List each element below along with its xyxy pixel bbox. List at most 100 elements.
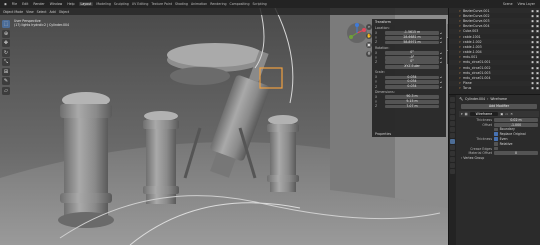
- tab-texture-paint[interactable]: Texture Paint: [151, 2, 172, 6]
- camera-icon[interactable]: ▣: [535, 81, 540, 85]
- rotation-mode-select[interactable]: XYZ Euler: [385, 64, 439, 69]
- cursor-tool-icon[interactable]: ⊕: [2, 29, 10, 38]
- transform-tool-icon[interactable]: ⊞: [2, 67, 10, 76]
- outliner-row[interactable]: ▿ cable.1.004 ◉ ▣: [449, 49, 540, 55]
- lock-icon[interactable]: 🔓︎: [439, 75, 443, 79]
- tool-tab-icon[interactable]: [450, 97, 455, 102]
- lock-icon[interactable]: 🔓︎: [439, 85, 443, 89]
- scale-tool-icon[interactable]: ⤡: [2, 58, 10, 66]
- outliner-row[interactable]: ▿ Torus ◉ ▣: [449, 86, 540, 91]
- physics-tab-icon[interactable]: [450, 151, 455, 156]
- add-modifier-button[interactable]: Add Modifier: [461, 104, 537, 109]
- tab-rendering[interactable]: Rendering: [210, 2, 226, 6]
- modifier-name-field[interactable]: Wireframe: [469, 111, 499, 117]
- menu-object[interactable]: Object: [59, 10, 69, 14]
- camera-icon[interactable]: ▣: [535, 55, 540, 59]
- tab-sculpting[interactable]: Sculpting: [114, 2, 129, 6]
- camera-icon[interactable]: ▣: [535, 35, 540, 39]
- close-icon[interactable]: ✕: [510, 112, 513, 116]
- scene-selector[interactable]: Scene: [502, 2, 514, 6]
- camera-icon[interactable]: ▣: [535, 14, 540, 18]
- outliner-row[interactable]: ▿ cable.1.002 ◉ ▣: [449, 39, 540, 45]
- lock-icon[interactable]: 🔓︎: [439, 51, 443, 55]
- particles-tab-icon[interactable]: [450, 145, 455, 150]
- move-tool-icon[interactable]: ✥: [2, 39, 10, 47]
- checkbox-box[interactable]: [494, 146, 498, 151]
- chevron-down-icon[interactable]: ▾: [461, 112, 463, 116]
- menu-file[interactable]: File: [11, 2, 18, 6]
- measure-tool-icon[interactable]: ▱: [2, 86, 10, 95]
- menu-view[interactable]: View: [26, 10, 34, 14]
- menu-edit[interactable]: Edit: [21, 2, 29, 6]
- blender-logo-icon[interactable]: ◉: [3, 2, 8, 6]
- camera-icon[interactable]: ▣: [535, 29, 540, 33]
- outliner-row[interactable]: ▿ mdu_circa01.001 ◉ ▣: [449, 59, 540, 66]
- outliner-row[interactable]: ▿ cable.1001 ◉ ▣: [449, 34, 540, 39]
- camera-icon[interactable]: ▣: [535, 71, 540, 75]
- checkbox-box[interactable]: [494, 132, 498, 136]
- navigation-gizmo[interactable]: [346, 22, 368, 44]
- outliner-row[interactable]: ▿ mdu_circa01.002 ◉ ▣: [449, 65, 540, 70]
- camera-icon[interactable]: ▣: [535, 66, 540, 70]
- annotate-tool-icon[interactable]: ✎: [2, 77, 10, 85]
- camera-icon[interactable]: ▣: [535, 76, 540, 80]
- camera-icon[interactable]: ▣: [535, 19, 540, 23]
- outliner-row[interactable]: ▿ BezierCurve.004 ◉ ▣: [449, 24, 540, 29]
- thickness-field[interactable]: 0.02 m: [494, 117, 538, 122]
- menu-select[interactable]: Select: [37, 10, 47, 14]
- camera-icon[interactable]: ▣: [535, 24, 540, 28]
- outliner-row[interactable]: ▿ cable.1.003 ◉ ▣: [449, 44, 540, 49]
- material-tab-icon[interactable]: [450, 169, 455, 174]
- render-tab-icon[interactable]: [450, 103, 455, 108]
- tab-compositing[interactable]: Compositing: [230, 2, 250, 6]
- lock-icon[interactable]: 🔓︎: [439, 60, 443, 64]
- outliner-row[interactable]: ▿ Plane ◉ ▣: [449, 80, 540, 86]
- mode-selector[interactable]: Object Mode: [3, 10, 23, 14]
- tab-shading[interactable]: Shading: [175, 2, 188, 6]
- tab-modeling[interactable]: Modeling: [96, 2, 111, 6]
- rotate-tool-icon[interactable]: ↻: [2, 48, 10, 57]
- checkbox-box[interactable]: [494, 137, 498, 141]
- scale-z-field[interactable]: 0.034: [385, 84, 439, 89]
- camera-icon[interactable]: ▣: [535, 45, 540, 49]
- tab-animation[interactable]: Animation: [191, 2, 207, 6]
- camera-icon[interactable]: ▣: [535, 50, 540, 54]
- tab-uv-editing[interactable]: UV Editing: [132, 2, 149, 6]
- material-offset-field[interactable]: 0: [494, 151, 538, 156]
- select-box-tool-icon[interactable]: ⬚: [2, 20, 10, 28]
- outliner-row[interactable]: ▿ mdu_circa01.003 ◉ ▣: [449, 70, 540, 76]
- vertex-group-subpanel[interactable]: › Vertex Group: [457, 156, 540, 161]
- camera-icon[interactable]: ▣: [535, 86, 540, 90]
- monitor-icon[interactable]: ▭: [505, 112, 508, 116]
- outliner-row[interactable]: ▿ mdu.001 ◉ ▣: [449, 55, 540, 60]
- lock-icon[interactable]: 🔓︎: [439, 56, 443, 60]
- tab-layout[interactable]: Layout: [78, 2, 94, 6]
- properties-panel-header[interactable]: Properties: [372, 131, 446, 137]
- checkbox-box[interactable]: [494, 141, 498, 146]
- modifier-tab-icon[interactable]: [450, 139, 455, 144]
- tab-scripting[interactable]: Scripting: [252, 2, 266, 6]
- 3d-viewport[interactable]: Object Mode View Select Add Object User …: [0, 8, 448, 245]
- outliner-row[interactable]: ▿ BezierCurve.003 ◉ ▣: [449, 18, 540, 24]
- camera-icon[interactable]: ▣: [535, 9, 540, 13]
- dimensions-z-field[interactable]: 7.07 m: [385, 104, 439, 109]
- view-layer-selector[interactable]: View Layer: [517, 2, 536, 6]
- outliner-row[interactable]: ▿ BezierCurve.001 ◉ ▣: [449, 8, 540, 14]
- outliner-row[interactable]: ▿ Cube.003 ◉ ▣: [449, 28, 540, 34]
- world-tab-icon[interactable]: [450, 127, 455, 132]
- outliner-row[interactable]: ▿ BezierCurve.002 ◉ ▣: [449, 13, 540, 18]
- menu-add[interactable]: Add: [50, 10, 56, 14]
- offset-slider[interactable]: -1.000: [494, 122, 538, 127]
- output-tab-icon[interactable]: [450, 109, 455, 114]
- scene-tab-icon[interactable]: [450, 121, 455, 126]
- camera-icon[interactable]: ▣: [535, 60, 540, 64]
- view-layer-tab-icon[interactable]: [450, 115, 455, 120]
- checkbox-box[interactable]: [494, 127, 498, 132]
- lock-icon[interactable]: 🔓︎: [439, 40, 443, 44]
- location-z-field[interactable]: 58.8971 m: [385, 40, 439, 45]
- camera-icon[interactable]: ▣: [535, 40, 540, 44]
- lock-icon[interactable]: 🔓︎: [439, 36, 443, 40]
- menu-window[interactable]: Window: [49, 2, 64, 6]
- constraints-tab-icon[interactable]: [450, 157, 455, 162]
- menu-render[interactable]: Render: [32, 2, 45, 6]
